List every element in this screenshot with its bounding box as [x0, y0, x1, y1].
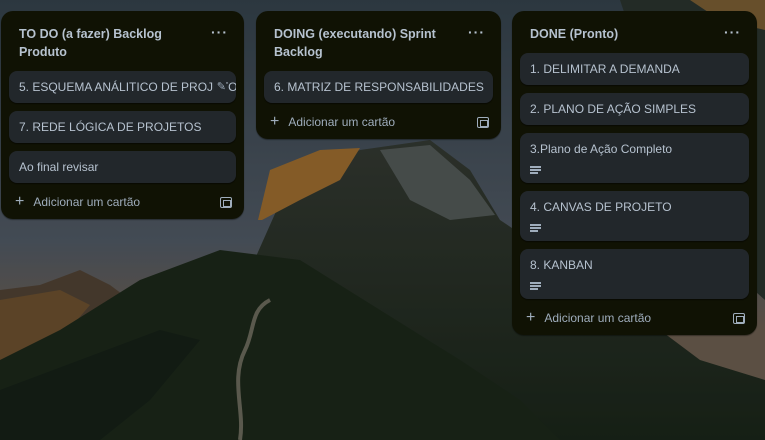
add-card-row: + Adicionar um cartão [256, 111, 501, 131]
card[interactable]: 8. KANBAN [520, 249, 749, 299]
add-card-label: Adicionar um cartão [33, 195, 141, 209]
add-card-button[interactable]: + Adicionar um cartão [526, 309, 652, 326]
list-title[interactable]: TO DO (a fazer) Backlog Produto [19, 25, 189, 61]
add-card-label: Adicionar um cartão [288, 115, 396, 129]
card-title: 6. MATRIZ DE RESPONSABILIDADES [274, 80, 484, 94]
card[interactable]: 7. REDE LÓGICA DE PROJETOS [9, 111, 236, 143]
card[interactable]: 1. DELIMITAR A DEMANDA [520, 53, 749, 85]
description-icon [530, 224, 541, 232]
more-horizontal-icon[interactable]: ··· [464, 25, 489, 39]
plus-icon: + [526, 309, 536, 326]
add-card-button[interactable]: + Adicionar um cartão [15, 193, 141, 210]
add-card-row: + Adicionar um cartão [512, 307, 757, 327]
more-horizontal-icon[interactable]: ··· [720, 25, 745, 39]
card-title: Ao final revisar [19, 160, 99, 174]
card-title: 4. CANVAS DE PROJETO [530, 200, 672, 214]
card[interactable]: Ao final revisar [9, 151, 236, 183]
pencil-icon[interactable]: ✎ [213, 80, 226, 93]
card-title: 7. REDE LÓGICA DE PROJETOS [19, 120, 202, 134]
card-title: 1. DELIMITAR A DEMANDA [530, 62, 680, 76]
list-header: TO DO (a fazer) Backlog Produto ··· [1, 11, 244, 67]
add-card-button[interactable]: + Adicionar um cartão [270, 113, 396, 130]
card[interactable]: 3.Plano de Ação Completo [520, 133, 749, 183]
description-icon [530, 166, 541, 174]
list-doing: DOING (executando) Sprint Backlog ··· 6.… [256, 11, 501, 139]
list-todo: TO DO (a fazer) Backlog Produto ··· 5. E… [1, 11, 244, 219]
card-title: 2. PLANO DE AÇÃO SIMPLES [530, 102, 697, 116]
card-title: 8. KANBAN [530, 258, 593, 272]
card-template-icon[interactable] [477, 116, 489, 128]
plus-icon: + [270, 113, 280, 130]
card[interactable]: 5. ESQUEMA ANÁLITICO DE PROJETO ✎ [9, 71, 236, 103]
add-card-row: + Adicionar um cartão [1, 191, 244, 211]
card[interactable]: 4. CANVAS DE PROJETO [520, 191, 749, 241]
card[interactable]: 2. PLANO DE AÇÃO SIMPLES [520, 93, 749, 125]
add-card-label: Adicionar um cartão [544, 311, 652, 325]
list-done: DONE (Pronto) ··· 1. DELIMITAR A DEMANDA… [512, 11, 757, 335]
card-template-icon[interactable] [220, 196, 232, 208]
plus-icon: + [15, 193, 25, 210]
description-icon [530, 282, 541, 290]
list-header: DONE (Pronto) ··· [512, 11, 757, 49]
more-horizontal-icon[interactable]: ··· [207, 25, 232, 39]
card-title: 3.Plano de Ação Completo [530, 142, 673, 156]
list-header: DOING (executando) Sprint Backlog ··· [256, 11, 501, 67]
card-title: 5. ESQUEMA ANÁLITICO DE PROJETO [19, 80, 236, 94]
card[interactable]: 6. MATRIZ DE RESPONSABILIDADES [264, 71, 493, 103]
card-template-icon[interactable] [733, 312, 745, 324]
list-title[interactable]: DONE (Pronto) [530, 25, 618, 43]
list-title[interactable]: DOING (executando) Sprint Backlog [274, 25, 444, 61]
